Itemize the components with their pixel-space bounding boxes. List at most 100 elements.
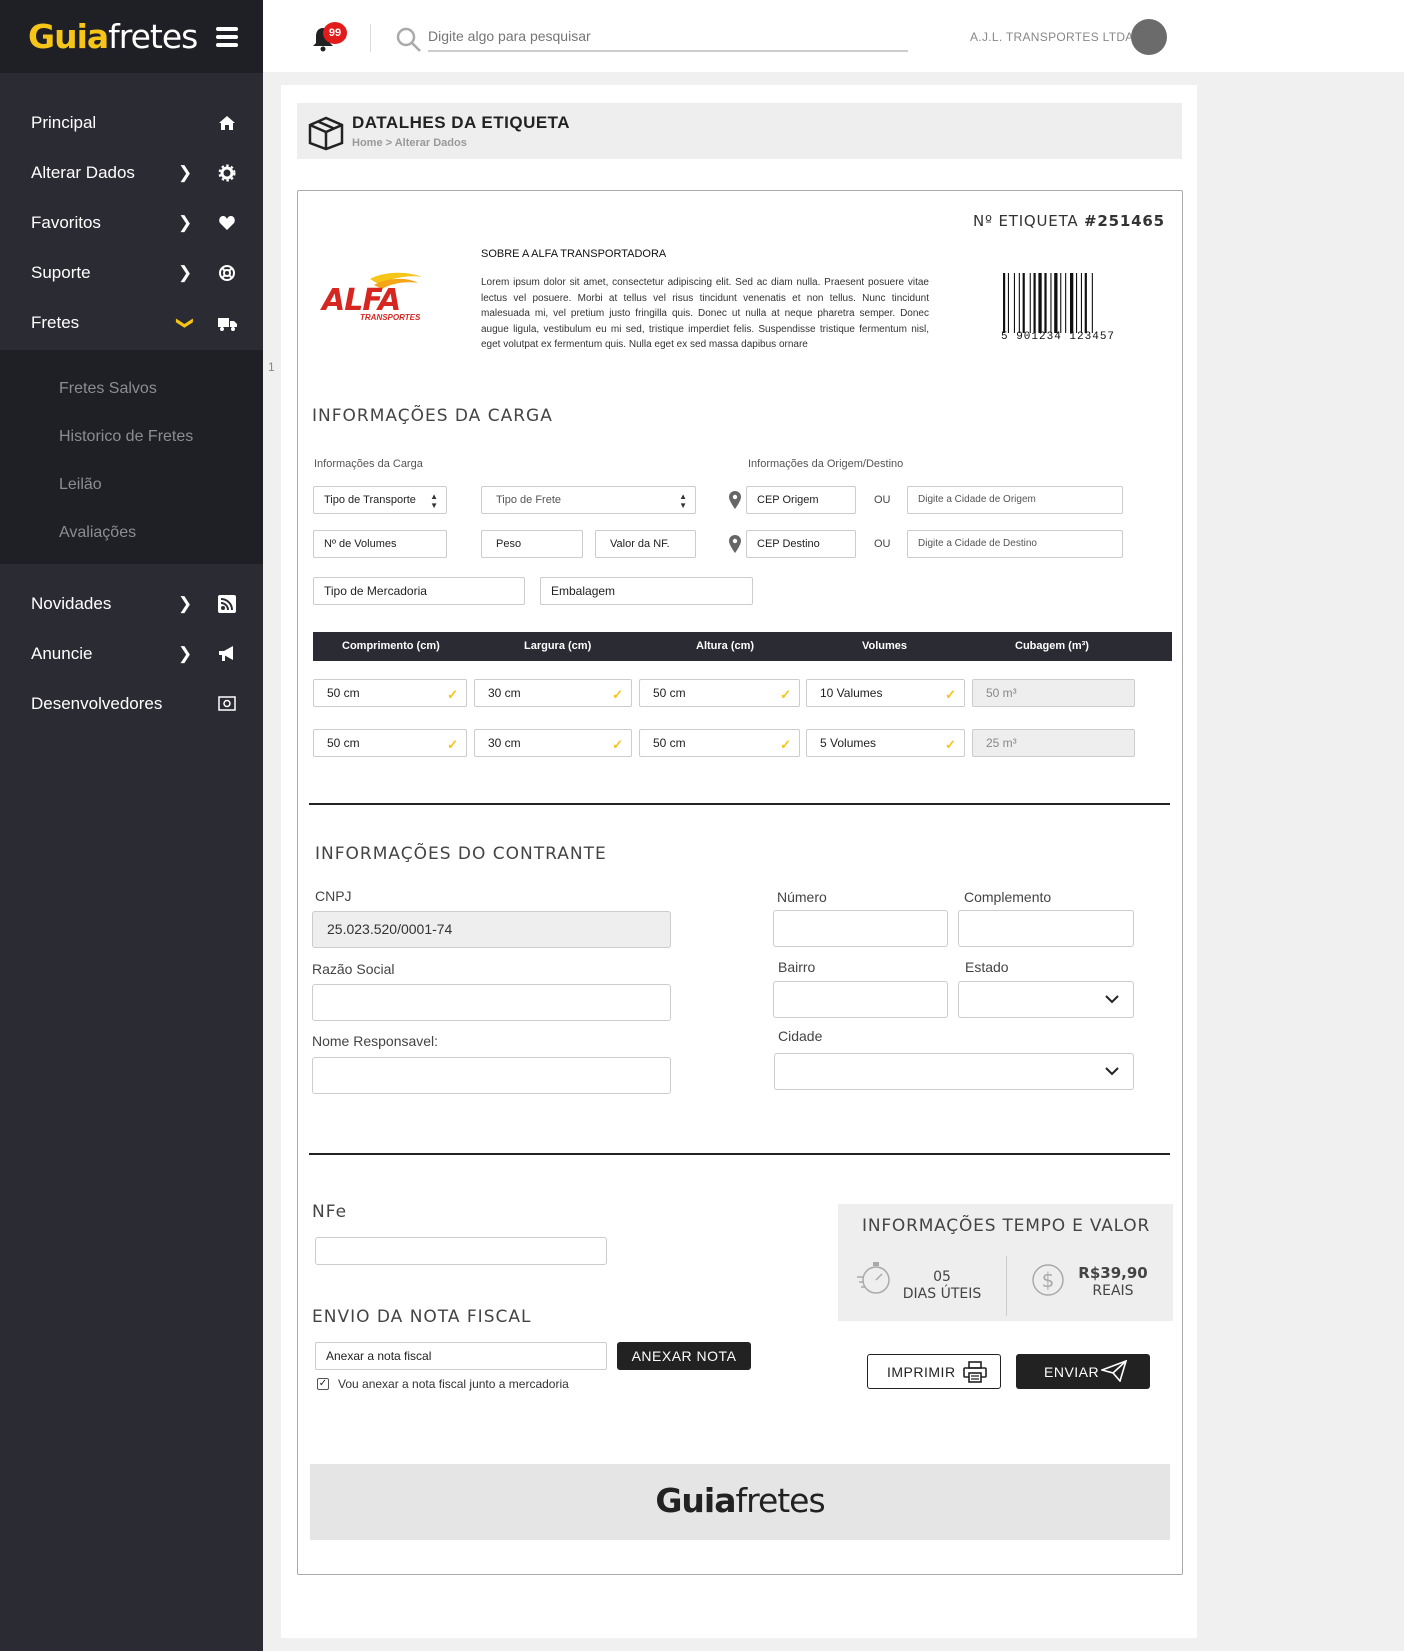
svg-text:$: $ (1042, 1268, 1055, 1292)
freight-type-select[interactable]: Tipo de Frete ▲ ▼ (481, 486, 696, 514)
check-icon: ✓ (945, 737, 956, 752)
width-select[interactable]: 30 cm ✓ (474, 679, 632, 707)
carrier-logo: ALFA TRANSPORTES (322, 271, 434, 322)
location-pin-icon (729, 535, 741, 553)
chevron-right-icon: ❯ (178, 213, 193, 232)
cep-origin-input[interactable]: CEP Origem (746, 486, 856, 514)
height-select[interactable]: 50 cm ✓ (639, 679, 800, 707)
weight-input[interactable]: Peso (481, 530, 583, 558)
submenu-item-historico[interactable]: Historico de Fretes (59, 428, 193, 446)
width-select[interactable]: 30 cm ✓ (474, 729, 632, 757)
barcode-bar (1007, 273, 1009, 333)
length-select[interactable]: 50 cm ✓ (313, 729, 467, 757)
cargo-section-title: INFORMAÇÕES DA CARGA (312, 406, 553, 426)
bairro-input[interactable] (773, 981, 948, 1018)
submenu-item-leilao[interactable]: Leilão (59, 476, 102, 494)
packaging-input[interactable]: Embalagem (540, 577, 753, 605)
about-title: SOBRE A ALFA TRANSPORTADORA (481, 248, 667, 260)
label-number: Nº ETIQUETA #251465 (973, 212, 1165, 230)
numero-input[interactable] (773, 910, 948, 947)
heart-icon (219, 216, 235, 230)
cidade-label: Cidade (778, 1028, 823, 1044)
estado-select[interactable] (958, 981, 1134, 1018)
sidebar-item-anuncie[interactable]: Anuncie ❯ (0, 629, 263, 679)
cidade-select[interactable] (774, 1053, 1134, 1090)
check-icon: ✓ (447, 737, 458, 752)
brand-logo[interactable]: Guiafretes (28, 17, 198, 56)
nfe-title: NFe (312, 1202, 348, 1222)
breadcrumb[interactable]: Home > Alterar Dados (352, 137, 467, 149)
sidebar-item-desenvolvedores[interactable]: Desenvolvedores (0, 679, 263, 729)
transport-type-select[interactable]: Tipo de Transporte ▲ ▼ (313, 486, 447, 514)
divider (309, 803, 1170, 805)
nfe-input[interactable] (315, 1237, 607, 1265)
length-select[interactable]: 50 cm ✓ (313, 679, 467, 707)
attach-checkbox-label: Vou anexar a nota fiscal junto a mercado… (338, 1377, 569, 1391)
or-label: OU (874, 494, 891, 506)
barcode-bar (1070, 273, 1074, 333)
notification-badge: 99 (323, 22, 347, 44)
divider (370, 24, 371, 52)
print-button[interactable]: IMPRIMIR (867, 1354, 1001, 1389)
stopwatch-icon (857, 1262, 890, 1294)
submenu-item-avaliacoes[interactable]: Avaliações (59, 524, 136, 542)
lifebuoy-icon (219, 265, 235, 281)
menu-toggle-icon[interactable] (216, 27, 238, 47)
complemento-input[interactable] (958, 910, 1134, 947)
sidebar-item-principal[interactable]: Principal (0, 98, 263, 148)
label-card: Nº ETIQUETA #251465 ALFA TRANSPORTES SOB… (297, 190, 1183, 1575)
sidebar-item-suporte[interactable]: Suporte ❯ (0, 248, 263, 298)
avatar[interactable] (1131, 19, 1167, 55)
city-origin-input[interactable]: Digite a Cidade de Origem (907, 486, 1123, 514)
about-text: Lorem ipsum dolor sit amet, consectetur … (481, 277, 929, 350)
or-label: OU (874, 538, 891, 550)
cep-destination-input[interactable]: CEP Destino (746, 530, 856, 558)
invoice-value-input[interactable]: Valor da NF. (595, 530, 696, 558)
attach-checkbox[interactable]: ✓ (317, 1378, 329, 1390)
chevron-down-icon (1105, 995, 1119, 1004)
divider (309, 1153, 1170, 1155)
attach-invoice-button[interactable]: ANEXAR NOTA (617, 1342, 751, 1370)
cargo-label: Informações da Carga (314, 458, 423, 470)
chevron-right-icon: ❯ (178, 263, 193, 282)
page-title: DATALHES DA ETIQUETA (352, 113, 571, 132)
city-destination-input[interactable]: Digite a Cidade de Destino (907, 530, 1123, 558)
card-footer: Guiafretes (310, 1464, 1170, 1540)
volumes-input[interactable]: Nº de Volumes (313, 530, 447, 558)
time-value-box: INFORMAÇÕES TEMPO E VALOR 05 DIAS ÚTEIS $… (838, 1204, 1173, 1321)
check-icon: ✓ (612, 737, 623, 752)
barcode-bar (1044, 273, 1047, 333)
barcode: 5 901234 123457 (1001, 273, 1127, 345)
razao-social-input[interactable] (312, 984, 671, 1021)
chevron-right-icon: ❯ (178, 594, 193, 613)
estado-label: Estado (965, 959, 1009, 975)
sidebar-item-favoritos[interactable]: Favoritos ❯ (0, 198, 263, 248)
volumes-select[interactable]: 10 Valumes ✓ (806, 679, 965, 707)
check-icon: ✓ (780, 687, 791, 702)
sidebar: Guiafretes Principal Alterar Dados ❯ Fav… (0, 0, 263, 1651)
page-header: DATALHES DA ETIQUETA Home > Alterar Dado… (297, 103, 1182, 159)
barcode-bar (1029, 273, 1031, 333)
printer-icon (963, 1361, 987, 1383)
footer-logo: Guiafretes (655, 1481, 825, 1520)
sidebar-item-novidades[interactable]: Novidades ❯ (0, 579, 263, 629)
dimensions-header: Comprimento (cm) Largura (cm) Altura (cm… (313, 632, 1172, 661)
truck-icon (218, 318, 237, 331)
chevron-down-icon: ❯ (176, 315, 196, 331)
package-icon (308, 116, 344, 151)
send-button[interactable]: ENVIAR (1016, 1354, 1150, 1389)
submenu-item-fretes-salvos[interactable]: Fretes Salvos (59, 380, 157, 398)
cubage-field: 50 m³ (972, 679, 1135, 707)
responsavel-input[interactable] (312, 1057, 671, 1094)
sidebar-item-fretes[interactable]: Fretes ❯ (0, 298, 263, 348)
volumes-select[interactable]: 5 Volumes ✓ (806, 729, 965, 757)
cubage-field: 25 m³ (972, 729, 1135, 757)
check-icon: ✓ (945, 687, 956, 702)
sidebar-item-alterar-dados[interactable]: Alterar Dados ❯ (0, 148, 263, 198)
search-input[interactable] (428, 22, 908, 52)
height-select[interactable]: 50 cm ✓ (639, 729, 800, 757)
attach-invoice-input[interactable]: Anexar a nota fiscal (315, 1342, 607, 1370)
location-pin-icon (729, 491, 741, 509)
merchandise-type-input[interactable]: Tipo de Mercadoria (313, 577, 525, 605)
top-bar: 99 A.J.L. TRANSPORTES LTDA. (263, 0, 1404, 72)
